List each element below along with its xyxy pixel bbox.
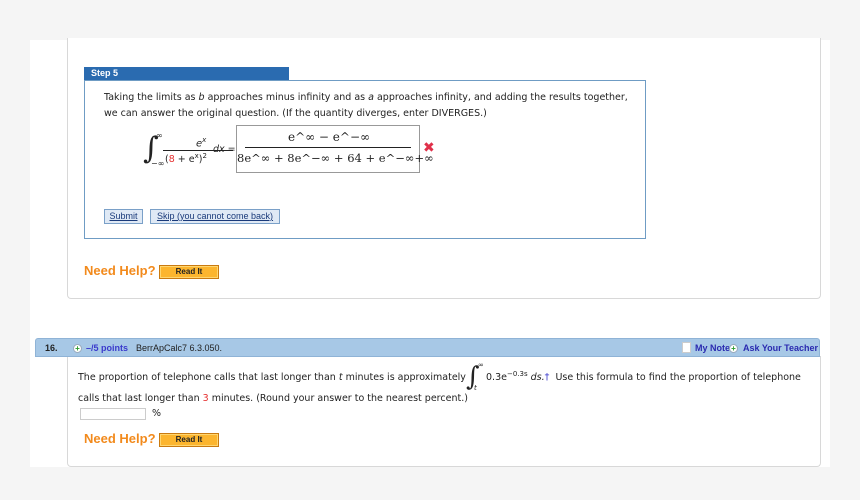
plus-circle-icon[interactable]: +: [73, 344, 82, 353]
integrand-exp: −0.3s: [506, 370, 528, 378]
integral-upper: ∞: [478, 361, 484, 369]
notes-icon[interactable]: [682, 342, 691, 353]
plus-circle-icon[interactable]: +: [729, 344, 738, 353]
question-16-header: 16. + –/5 points BerrApCalc7 6.3.050. My…: [35, 338, 820, 357]
fraction-numerator: ex: [196, 136, 206, 149]
read-it-button[interactable]: Read It: [159, 265, 219, 279]
instr-text: approaches infinity, and adding the resu…: [373, 92, 628, 103]
question-number: 16.: [45, 343, 58, 353]
integrand-base: 0.3e: [486, 372, 507, 384]
ds: ds.: [530, 372, 545, 384]
fraction-denominator: (8 + ex)2: [165, 152, 207, 165]
q16-text-part: The proportion of telephone calls that l…: [78, 372, 339, 383]
den-rest: + e: [174, 154, 195, 166]
need-help-label: Need Help?: [84, 263, 156, 278]
instr-text: approaches minus infinity and as: [204, 92, 369, 103]
ask-teacher-link[interactable]: Ask Your Teacher: [743, 343, 818, 353]
num-exp: x: [202, 136, 207, 144]
q16-text-part: Use this formula to find the proportion …: [555, 372, 801, 384]
percent-unit: %: [152, 408, 162, 419]
integrand: 0.3e−0.3s ds.† Use this formula to find …: [486, 370, 801, 383]
answer-fraction-bar: [245, 147, 411, 148]
integral-lower: t: [474, 384, 477, 392]
step-tab: Step 5: [84, 67, 289, 80]
question-16-line2: calls that last longer than 3 minutes. (…: [78, 393, 468, 404]
need-help-label: Need Help?: [84, 431, 156, 446]
submit-button[interactable]: Submit: [104, 209, 143, 224]
instr-text: Taking the limits as: [104, 92, 199, 103]
dx-equals: dx =: [213, 144, 236, 155]
q16-text-part: minutes is approximately: [342, 372, 466, 383]
step-instructions: Taking the limits as b approaches minus …: [104, 90, 634, 122]
instr-text-line2: we can answer the original question. (If…: [104, 108, 487, 119]
skip-button[interactable]: Skip (you cannot come back): [150, 209, 280, 224]
q16-line2-part: minutes. (Round your answer to the neare…: [208, 393, 468, 404]
answer-numerator: e^∞ − e^−∞: [287, 130, 371, 144]
dagger-footnote[interactable]: †: [545, 372, 550, 383]
points-label[interactable]: –/5 points: [86, 343, 128, 353]
answer-denominator: 8e^∞ + 8e^−∞ + 64 + e^−∞+∞: [237, 151, 434, 165]
answer-input[interactable]: e^∞ − e^−∞ 8e^∞ + 8e^−∞ + 64 + e^−∞+∞: [236, 125, 434, 173]
read-it-button[interactable]: Read It: [159, 433, 219, 447]
question-id: BerrApCalc7 6.3.050.: [136, 343, 223, 353]
incorrect-x-icon: ✖: [423, 140, 435, 156]
integral-lower: −∞: [151, 159, 165, 168]
den-power: 2: [202, 152, 207, 160]
integral-upper: ∞: [156, 131, 163, 140]
q16-line2-part: calls that last longer than: [78, 393, 203, 404]
percent-answer-input[interactable]: [80, 408, 146, 420]
